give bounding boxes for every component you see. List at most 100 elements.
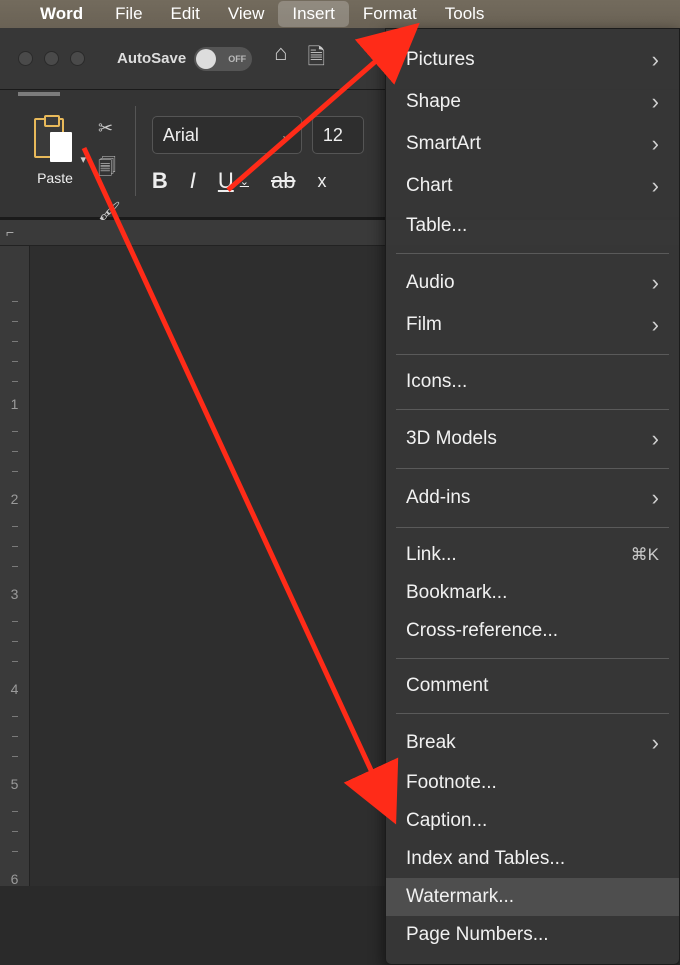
ruler-origin-glyph: ⌐ [6, 224, 14, 240]
font-size-combo[interactable]: 12 [312, 116, 364, 154]
menu-separator [396, 409, 669, 410]
menu-item-label: Comment [406, 675, 488, 697]
subscript-button[interactable]: x [317, 171, 326, 192]
font-name-combo[interactable]: Arial ⌄ [152, 116, 302, 154]
menu-item-watermark[interactable]: Watermark... [386, 878, 679, 916]
autosave-label: AutoSave [117, 50, 186, 67]
font-format-row: B I U⌄ ab x [152, 168, 364, 194]
menu-item-label: Pictures [406, 49, 475, 71]
chevron-down-icon: ⌄ [281, 128, 291, 142]
window-close-button[interactable] [18, 51, 33, 66]
bold-button[interactable]: B [152, 168, 168, 194]
menu-item-label: Table... [406, 215, 467, 237]
chevron-right-icon: › [652, 312, 659, 338]
app-name[interactable]: Word [40, 4, 83, 24]
autosave-state: OFF [228, 54, 246, 64]
menu-item-label: Film [406, 314, 442, 336]
menu-item-label: Chart [406, 175, 452, 197]
paste-button[interactable]: ▾ [32, 116, 78, 164]
menu-item-label: Add-ins [406, 487, 470, 509]
autosave-toggle[interactable]: OFF [194, 47, 252, 71]
cut-icon[interactable]: ✂ [98, 118, 121, 139]
menu-item-3d-models[interactable]: 3D Models › [386, 418, 679, 460]
menu-view[interactable]: View [214, 1, 279, 27]
menu-item-cross-reference[interactable]: Cross-reference... [386, 612, 679, 650]
document-sheet-icon [50, 132, 72, 162]
menu-separator [396, 253, 669, 254]
menu-item-add-ins[interactable]: Add-ins › [386, 477, 679, 519]
chevron-down-icon[interactable]: ⌄ [240, 175, 249, 188]
copy-icon[interactable]: 🗐 [98, 155, 121, 185]
menu-item-label: Audio [406, 272, 455, 294]
chevron-right-icon: › [652, 485, 659, 511]
menu-item-label: Watermark... [406, 886, 514, 908]
menu-item-link[interactable]: Link... ⌘K [386, 536, 679, 574]
menu-separator [396, 354, 669, 355]
ruler-tick: 1 [0, 396, 29, 412]
underline-button[interactable]: U⌄ [218, 168, 249, 194]
menu-item-label: Cross-reference... [406, 620, 558, 642]
menu-item-comment[interactable]: Comment [386, 667, 679, 705]
menu-insert[interactable]: Insert [278, 1, 349, 27]
menu-item-label: SmartArt [406, 133, 481, 155]
menu-separator [396, 468, 669, 469]
menu-item-audio[interactable]: Audio› [386, 262, 679, 304]
menu-file[interactable]: File [101, 1, 156, 27]
ribbon-divider [135, 106, 136, 196]
chevron-right-icon: › [652, 730, 659, 756]
menu-item-label: Link... [406, 544, 457, 566]
menu-item-index-and-tables[interactable]: Index and Tables... [386, 840, 679, 878]
traffic-lights [18, 51, 85, 66]
menu-item-film[interactable]: Film › [386, 304, 679, 346]
menu-item-bookmark[interactable]: Bookmark... [386, 574, 679, 612]
ruler-tick: 5 [0, 776, 29, 792]
toggle-knob-icon [196, 49, 216, 69]
ribbon-tab-underline [18, 92, 60, 96]
menu-item-smartart[interactable]: SmartArt› [386, 123, 679, 165]
italic-button[interactable]: I [190, 168, 196, 194]
menu-item-label: Break [406, 732, 456, 754]
ruler-tick: 6 [0, 871, 29, 887]
menu-item-label: Footnote... [406, 772, 497, 794]
window-zoom-button[interactable] [70, 51, 85, 66]
menu-item-pictures[interactable]: Pictures › [386, 39, 679, 81]
menu-format[interactable]: Format [349, 1, 431, 27]
home-icon[interactable]: ⌂ [274, 40, 287, 78]
format-painter-icon[interactable]: 🖌 [98, 201, 121, 222]
menu-item-chart[interactable]: Chart › [386, 165, 679, 207]
menu-separator [396, 527, 669, 528]
insert-dropdown-menu: Pictures›Shape›SmartArt›Chart›Table...Au… [385, 28, 680, 965]
window-minimize-button[interactable] [44, 51, 59, 66]
menu-item-label: Index and Tables... [406, 848, 565, 870]
vertical-ruler[interactable]: 1 2 3 4 5 6 [0, 246, 30, 886]
keyboard-shortcut: ⌘K [631, 545, 659, 565]
strikethrough-button[interactable]: ab [271, 168, 295, 194]
chevron-right-icon: › [652, 89, 659, 115]
menu-item-label: Caption... [406, 810, 487, 832]
mac-menubar: Word File Edit View Insert Format Tools [0, 0, 680, 28]
chevron-down-icon[interactable]: ▾ [80, 153, 86, 166]
menu-tools[interactable]: Tools [431, 1, 499, 27]
menu-item-label: Page Numbers... [406, 924, 549, 946]
autosave-control[interactable]: AutoSave OFF [117, 47, 252, 71]
ruler-tick: 2 [0, 491, 29, 507]
menu-item-page-numbers[interactable]: Page Numbers... [386, 916, 679, 954]
menu-item-label: Icons... [406, 371, 467, 393]
menu-item-shape[interactable]: Shape› [386, 81, 679, 123]
menu-item-break[interactable]: Break › [386, 722, 679, 764]
paste-label: Paste [37, 170, 73, 186]
menu-item-footnote[interactable]: Footnote... [386, 764, 679, 802]
menu-separator [396, 658, 669, 659]
chevron-right-icon: › [652, 173, 659, 199]
document-icon[interactable]: 🗎 [307, 40, 325, 78]
chevron-right-icon: › [652, 47, 659, 73]
menu-item-label: 3D Models [406, 428, 497, 450]
ruler-tick: 3 [0, 586, 29, 602]
ruler-tick: 4 [0, 681, 29, 697]
menu-item-table[interactable]: Table... [386, 207, 679, 245]
menu-item-icons[interactable]: Icons... [386, 363, 679, 401]
menu-item-caption[interactable]: Caption... [386, 802, 679, 840]
chevron-right-icon: › [652, 426, 659, 452]
menu-edit[interactable]: Edit [157, 1, 214, 27]
menu-item-label: Bookmark... [406, 582, 507, 604]
